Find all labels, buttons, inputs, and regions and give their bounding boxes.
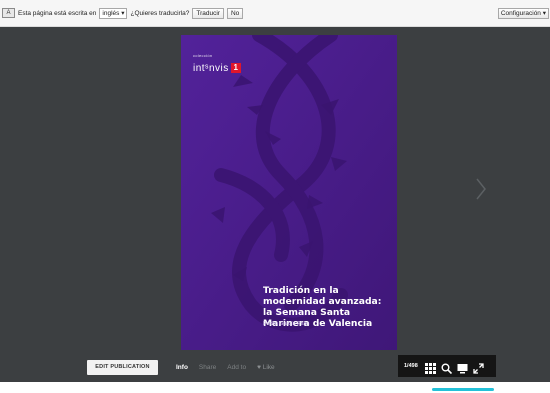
footer-accent-bar	[432, 388, 494, 391]
translate-icon: A	[2, 8, 15, 18]
page-indicator: 1/498	[404, 363, 418, 369]
search-icon[interactable]	[441, 361, 452, 374]
viewer-toolbar: 1/498	[398, 355, 496, 377]
page-footer	[0, 382, 550, 393]
publication-cover[interactable]: colección intˢnvis 1 Tradición en la mode…	[181, 35, 397, 350]
publication-actions: Info Share Add to ♥ Like	[176, 360, 286, 375]
brand-number-badge: 1	[230, 63, 241, 73]
translate-question: ¿Quieres traducirla?	[130, 9, 190, 17]
collection-brand: colección intˢnvis 1	[193, 53, 241, 76]
language-select-value: inglés	[102, 9, 120, 17]
next-page-icon	[476, 178, 486, 200]
edit-publication-button[interactable]: EDIT PUBLICATION	[87, 360, 158, 375]
publication-author: Pedro García Pilán	[263, 321, 310, 327]
translate-bar: A Esta página está escrita en inglés ▾ ¿…	[0, 0, 550, 27]
brand-name: intˢnvis	[193, 63, 229, 74]
publication-reader: colección intˢnvis 1 Tradición en la mode…	[0, 27, 550, 382]
share-screen-icon[interactable]	[457, 361, 468, 373]
share-link[interactable]: Share	[199, 364, 216, 371]
fullscreen-icon[interactable]	[473, 361, 484, 374]
info-link[interactable]: Info	[176, 364, 188, 371]
language-select[interactable]: inglés ▾	[99, 7, 128, 19]
translate-button[interactable]: Traducir	[192, 7, 224, 19]
settings-button-label: Configuración	[500, 10, 541, 17]
like-link[interactable]: ♥ Like	[257, 364, 275, 371]
no-button[interactable]: No	[226, 7, 244, 19]
settings-button[interactable]: Configuración ▾	[497, 8, 549, 19]
grid-icon[interactable]	[424, 361, 436, 374]
add-to-link[interactable]: Add to	[227, 364, 246, 371]
brand-prefix: colección	[193, 53, 213, 58]
next-page-button[interactable]	[472, 175, 490, 203]
translate-prompt: Esta página está escrita en	[18, 9, 97, 17]
